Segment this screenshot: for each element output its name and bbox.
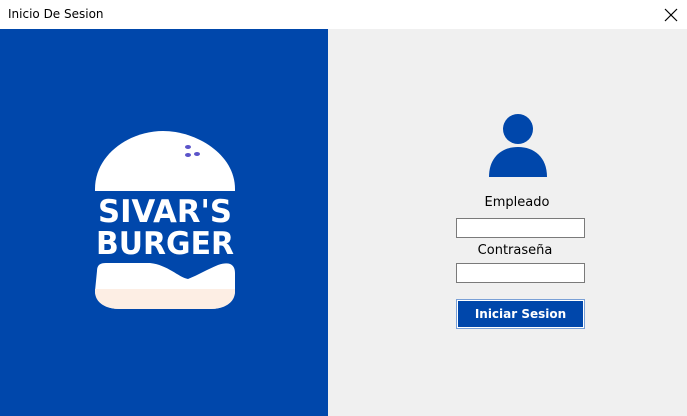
- sivars-burger-logo: SIVAR'S BURGER: [95, 131, 235, 309]
- sesame-seed: [185, 153, 191, 157]
- employee-label: Empleado: [484, 195, 550, 210]
- window-title: Inicio De Sesion: [8, 7, 104, 21]
- brand-line-2: BURGER: [96, 226, 234, 262]
- brand-line-1: SIVAR'S: [98, 194, 232, 230]
- bottom-bun-base: [95, 289, 235, 309]
- user-icon: [489, 114, 547, 177]
- sesame-seed: [194, 152, 200, 156]
- top-bun-shape: [95, 131, 235, 191]
- close-icon: [664, 8, 678, 21]
- password-input[interactable]: [456, 263, 585, 283]
- password-label: Contraseña: [477, 243, 553, 258]
- close-button[interactable]: [655, 0, 687, 29]
- title-bar: Inicio De Sesion: [0, 0, 687, 29]
- brand-panel: SIVAR'S BURGER: [0, 29, 328, 416]
- employee-input[interactable]: [456, 218, 585, 238]
- sesame-seed: [185, 145, 191, 149]
- login-button[interactable]: Iniciar Sesion: [457, 300, 584, 328]
- login-panel: Empleado Contraseña Iniciar Sesion: [328, 29, 687, 416]
